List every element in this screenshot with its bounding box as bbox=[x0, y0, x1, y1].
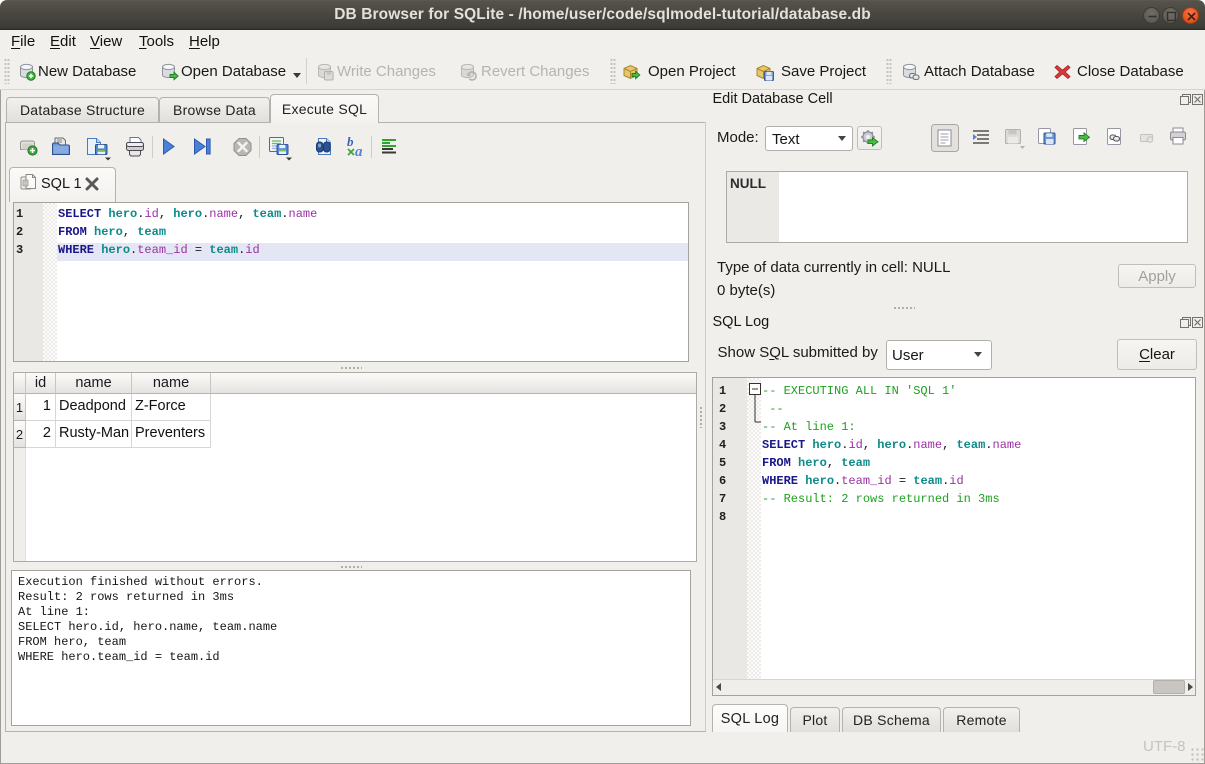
svg-text:b: b bbox=[347, 134, 354, 149]
svg-text:a: a bbox=[355, 144, 363, 160]
